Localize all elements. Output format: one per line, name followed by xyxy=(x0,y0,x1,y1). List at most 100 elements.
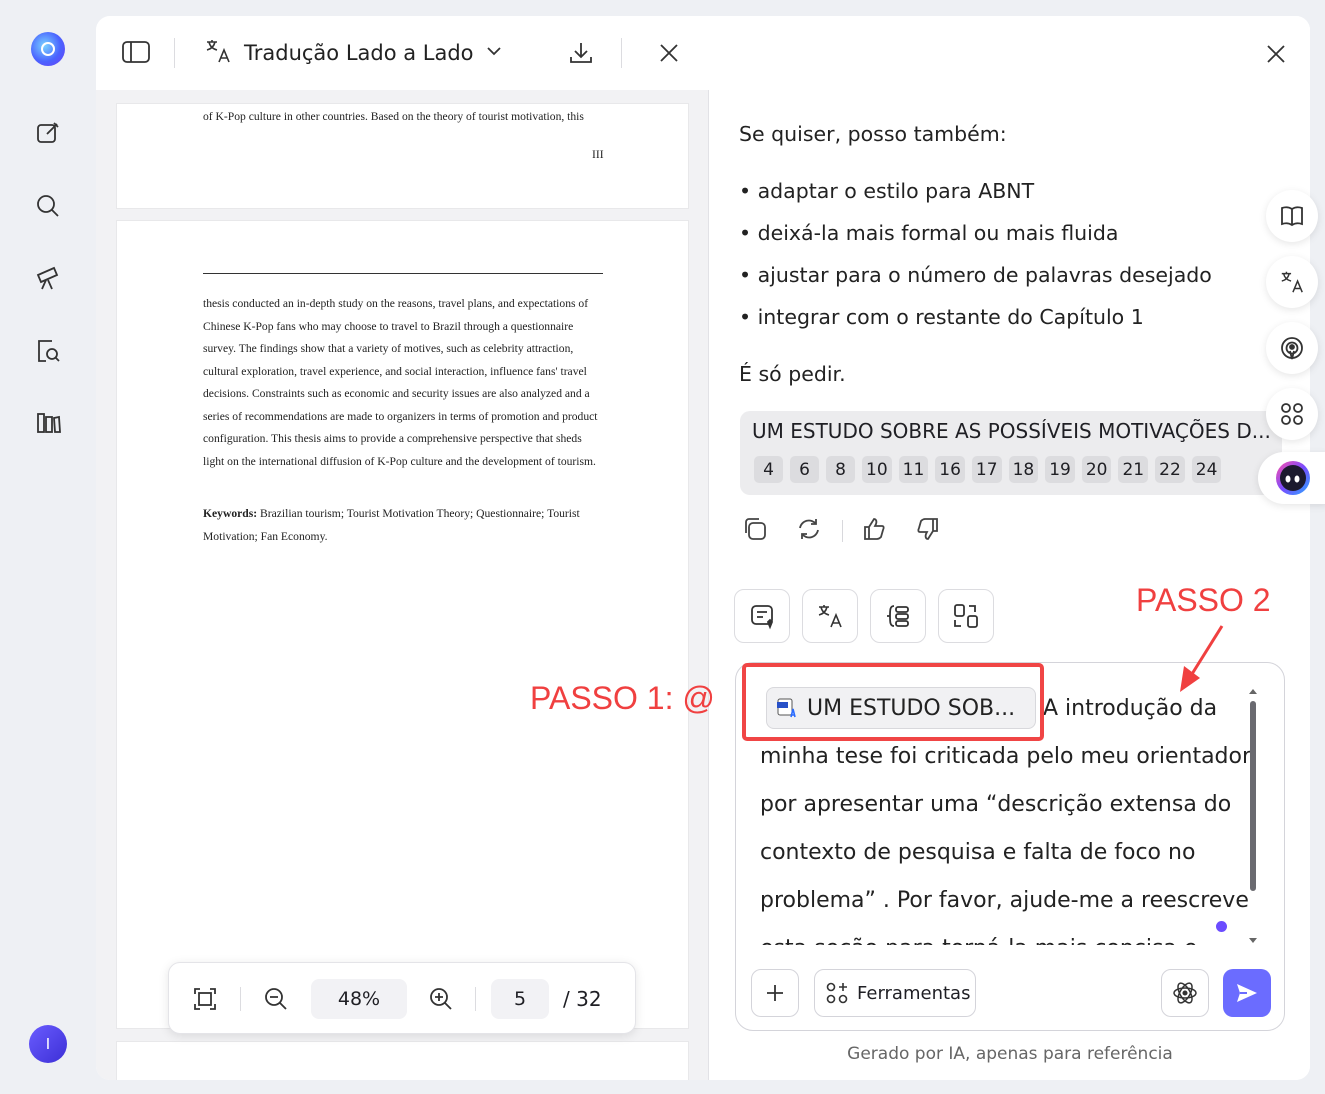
page-chip[interactable]: 18 xyxy=(1008,456,1039,483)
close-chat-icon[interactable] xyxy=(1265,43,1287,65)
page-chip[interactable]: 24 xyxy=(1191,456,1222,483)
apps-icon[interactable] xyxy=(1266,388,1318,440)
response-bullet: • deixá-la mais formal ou mais fluida xyxy=(739,221,1119,245)
input-scrollbar[interactable] xyxy=(1248,687,1258,947)
translate-icon[interactable] xyxy=(1266,256,1318,308)
zoom-out-icon[interactable] xyxy=(264,987,288,1011)
total-pages-label: / 32 xyxy=(563,987,602,1011)
translation-mode-dropdown[interactable]: Tradução Lado a Lado xyxy=(204,36,502,70)
main-window: Tradução Lado a Lado of K-Pop culture in… xyxy=(96,16,1310,1080)
translate-tool-button[interactable] xyxy=(802,589,858,643)
abstract-line: thesis conducted an in-depth study on th… xyxy=(203,297,589,310)
page-chip[interactable]: 10 xyxy=(862,456,892,483)
close-viewer-icon[interactable] xyxy=(658,42,680,64)
tools-button[interactable]: Ferramentas xyxy=(814,969,976,1017)
reading-mode-icon[interactable] xyxy=(1266,190,1318,242)
viewer-title: Tradução Lado a Lado xyxy=(244,41,474,65)
app-logo-icon[interactable] xyxy=(31,32,65,66)
page-chip[interactable]: 21 xyxy=(1118,456,1149,483)
annotation-step1: PASSO 1: @ xyxy=(530,680,715,716)
divider xyxy=(174,38,175,68)
keywords-paragraph: Keywords: Brazilian tourism; Tourist Mot… xyxy=(203,502,613,548)
source-title: UM ESTUDO SOBRE AS POSSÍVEIS MOTIVAÇÕES … xyxy=(752,419,1271,443)
app-sidebar: I xyxy=(0,0,96,1094)
abstract-line: decisions. Constraints such as economic … xyxy=(203,387,590,400)
telescope-icon[interactable] xyxy=(33,262,63,292)
page-chip[interactable]: 22 xyxy=(1155,456,1185,483)
translate-icon xyxy=(204,37,232,69)
response-intro: Se quiser, posso também: xyxy=(739,122,1007,146)
message-line: esta seção para torná-la mais concisa e xyxy=(760,925,1250,945)
page-chip[interactable]: 17 xyxy=(971,456,1002,483)
regenerate-icon[interactable] xyxy=(796,516,824,544)
add-attachment-button[interactable] xyxy=(751,969,799,1017)
abstract-line: series of recommendations are made to or… xyxy=(203,409,598,423)
response-bullet: • integrar com o restante do Capítulo 1 xyxy=(739,305,1144,329)
convert-tool-button[interactable] xyxy=(938,589,994,643)
library-icon[interactable] xyxy=(33,407,63,437)
zoom-in-icon[interactable] xyxy=(429,987,453,1011)
search-icon[interactable] xyxy=(33,191,63,221)
document-page: thesis conducted an in-depth study on th… xyxy=(117,221,688,1028)
thumbs-up-icon[interactable] xyxy=(861,516,889,544)
message-line: contexto de pesquisa e falta de foco no xyxy=(760,840,1196,865)
chevron-down-icon xyxy=(486,43,502,63)
keywords-text: Motivation; Fan Economy. xyxy=(203,530,328,543)
document-viewer: Tradução Lado a Lado of K-Pop culture in… xyxy=(96,16,709,1080)
annotation-highlight-box xyxy=(742,663,1044,741)
mindmap-tool-button[interactable] xyxy=(870,589,926,643)
ai-chat-panel: Se quiser, posso também: • adaptar o est… xyxy=(710,16,1310,1080)
atom-icon xyxy=(1173,982,1197,1004)
sidebar-toggle-icon[interactable] xyxy=(122,40,150,64)
tools-grid-icon xyxy=(826,982,848,1004)
edit-icon[interactable] xyxy=(33,118,63,148)
page-chip[interactable]: 20 xyxy=(1081,456,1112,483)
copy-icon[interactable] xyxy=(742,516,770,544)
abstract-line: survey. The findings show that a variety… xyxy=(203,342,574,355)
page-chip[interactable]: 11 xyxy=(898,456,929,483)
user-avatar[interactable]: I xyxy=(29,1025,67,1063)
page-chip[interactable]: 19 xyxy=(1045,456,1075,483)
abstract-line: light on the international diffusion of … xyxy=(203,454,596,468)
ai-disclaimer: Gerado por IA, apenas para referência xyxy=(847,1044,1173,1064)
page-chip[interactable]: 8 xyxy=(826,456,855,483)
tools-label: Ferramentas xyxy=(857,982,971,1004)
divider xyxy=(621,38,622,68)
summarize-tool-button[interactable] xyxy=(734,589,790,643)
viewer-header: Tradução Lado a Lado xyxy=(96,16,709,90)
page-chip[interactable]: 4 xyxy=(754,456,783,483)
send-button[interactable] xyxy=(1223,969,1271,1017)
page-chip[interactable]: 6 xyxy=(790,456,819,483)
fit-page-icon[interactable] xyxy=(193,987,217,1011)
deep-think-button[interactable] xyxy=(1161,969,1209,1017)
response-bullet: • ajustar para o número de palavras dese… xyxy=(739,263,1212,287)
footnote-rule xyxy=(203,273,603,274)
abstract-line: Chinese K-Pop fans who may choose to tra… xyxy=(203,319,574,333)
page-number-input[interactable]: 5 xyxy=(491,979,549,1019)
source-reference-card[interactable]: UM ESTUDO SOBRE AS POSSÍVEIS MOTIVAÇÕES … xyxy=(740,411,1282,495)
send-icon xyxy=(1237,984,1257,1002)
annotation-step2: PASSO 2 xyxy=(1136,582,1271,618)
source-page-chips: 4 6 8 10 11 16 17 18 19 20 21 22 24 xyxy=(754,456,1222,483)
page-text-line: of K-Pop culture in other countries. Bas… xyxy=(203,110,584,123)
ai-assistant-icon[interactable] xyxy=(1258,452,1325,504)
abstract-line: configuration. This thesis aims to provi… xyxy=(203,432,582,445)
annotation-arrow-icon xyxy=(1180,625,1224,692)
document-search-icon[interactable] xyxy=(33,336,63,366)
response-bullet: • adaptar o estilo para ABNT xyxy=(739,179,1035,203)
cursor-indicator xyxy=(1216,921,1227,932)
message-line: problema” . Por favor, ajude-me a reescr… xyxy=(760,888,1250,913)
abstract-paragraph: thesis conducted an in-depth study on th… xyxy=(203,293,613,473)
document-page xyxy=(117,1042,688,1080)
floating-tools-rail xyxy=(1258,190,1325,520)
document-page: of K-Pop culture in other countries. Bas… xyxy=(117,104,688,208)
thumbs-down-icon[interactable] xyxy=(915,516,943,544)
page-chip[interactable]: 16 xyxy=(935,456,965,483)
response-closing: É só pedir. xyxy=(739,362,846,386)
zoom-level[interactable]: 48% xyxy=(311,979,407,1019)
podcast-icon[interactable] xyxy=(1266,322,1318,374)
zoom-toolbar: 48% 5 / 32 xyxy=(168,962,636,1034)
abstract-line: cultural exploration, travel experience,… xyxy=(203,364,587,378)
download-icon[interactable] xyxy=(568,40,594,66)
page-number-label: III xyxy=(592,148,604,161)
